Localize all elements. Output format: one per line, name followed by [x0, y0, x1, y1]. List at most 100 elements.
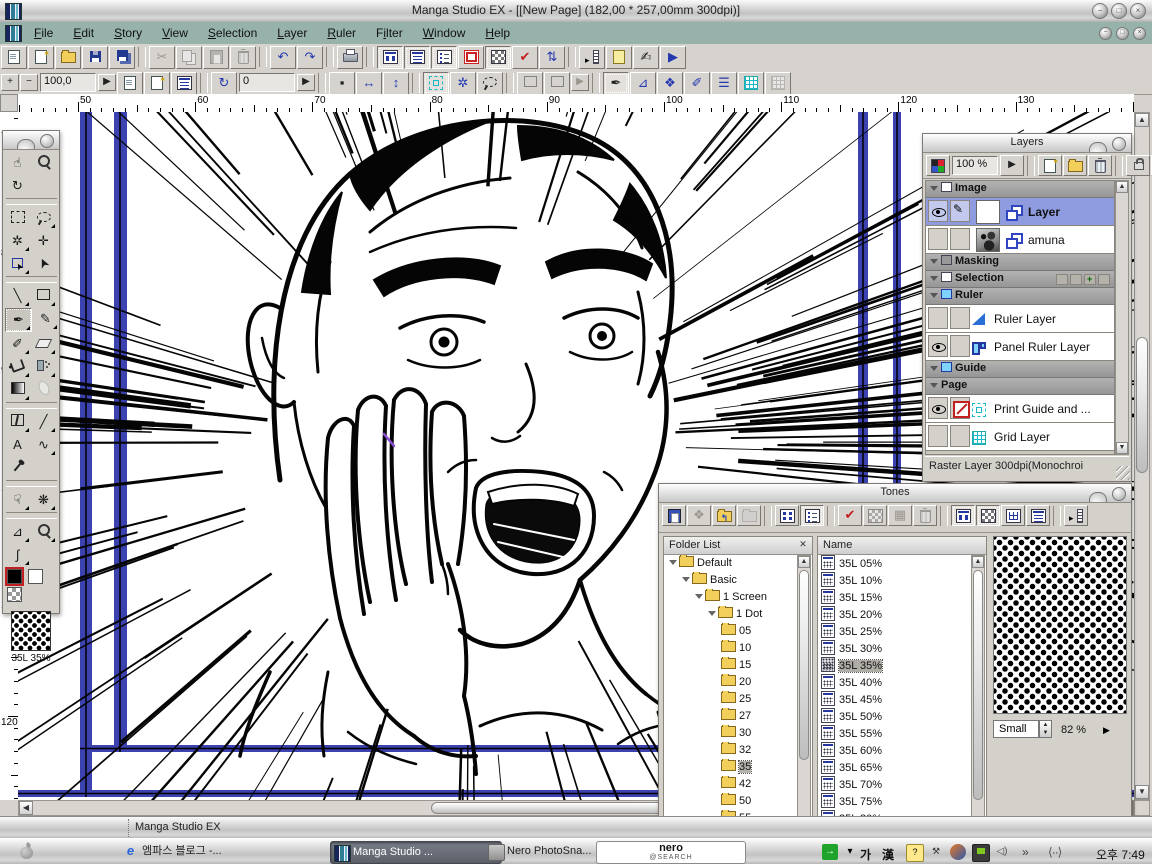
layer-section-ruler[interactable]: Ruler [926, 288, 1114, 305]
folder-tree-item-basic[interactable]: Basic [665, 572, 798, 589]
tone-item-35l-25-[interactable]: 35L 25% [819, 623, 972, 640]
maximize-button[interactable]: □ [1111, 3, 1127, 19]
tone-size-spinner[interactable]: ▲▼ [1039, 720, 1052, 738]
reset-view-button[interactable]: ▪ [329, 72, 355, 95]
new-layer-folder-button[interactable] [1063, 155, 1087, 176]
line-join-tool[interactable]: ∿ [31, 434, 56, 456]
tone-item-35l-30-[interactable]: 35L 30% [819, 640, 972, 657]
copy-button[interactable] [176, 46, 202, 69]
layer-edit-cell[interactable] [950, 228, 970, 250]
selection-float-button[interactable] [423, 72, 449, 95]
menu-filter[interactable]: Filter [366, 22, 413, 40]
delete-tone-button[interactable] [913, 505, 937, 526]
tools-palette-titlebar[interactable] [3, 131, 59, 150]
print-size-button[interactable] [171, 72, 197, 95]
ruler-pen-tool[interactable]: ⊿ [5, 521, 30, 543]
tone-item-35l-70-[interactable]: 35L 70% [819, 776, 972, 793]
tone-item-35l-35-[interactable]: 35L 35% [819, 657, 972, 674]
paste-as-grid-button[interactable] [1001, 505, 1025, 526]
tray-app-icon[interactable] [950, 844, 966, 860]
current-tone-swatch[interactable] [11, 611, 51, 651]
magic-wand-tool[interactable]: ✲ [5, 230, 30, 252]
tones-palette-titlebar[interactable]: Tones [659, 484, 1131, 503]
pan-tool[interactable]: ☝ [5, 152, 30, 174]
folder-tree-item-1-dot[interactable]: 1 Dot [665, 606, 798, 623]
scroll-down-button[interactable]: ▼ [1135, 785, 1149, 799]
layer-section-image[interactable]: Image [926, 181, 1114, 198]
menu-ruler[interactable]: Ruler [317, 22, 366, 40]
rotate-view-button[interactable]: ↻ [211, 72, 237, 95]
story-editor-button[interactable]: ✍ [633, 46, 659, 69]
tree-expander-icon[interactable] [669, 560, 677, 565]
apply-tone-button[interactable]: ❖ [687, 505, 711, 526]
layer-color-mode-button[interactable] [926, 155, 950, 176]
layers-scrollbar[interactable]: ▲ ▼ [1115, 180, 1129, 455]
undo-button[interactable]: ↶ [270, 46, 296, 69]
prev-page-button[interactable] [517, 72, 543, 95]
line-tool[interactable]: ╲ [5, 285, 30, 307]
menu-window[interactable]: Window [413, 22, 476, 40]
check-tone-button[interactable]: ✔ [838, 505, 862, 526]
fit-page-button[interactable] [117, 72, 143, 95]
perspective-ruler-button[interactable]: ❖ [657, 72, 683, 95]
ime-korean-indicator[interactable]: 가 [860, 846, 871, 864]
list-view-button[interactable] [800, 505, 824, 526]
tone-pattern-tool[interactable] [31, 379, 56, 401]
text-tool[interactable]: A [5, 434, 30, 456]
tray-volume-icon[interactable]: ◁) [994, 844, 1010, 860]
menu-edit[interactable]: Edit [63, 22, 104, 40]
taskbar-task-2[interactable]: Manga Studio ... [330, 841, 502, 864]
minimize-button[interactable]: − [1092, 3, 1108, 19]
rectangle-tool[interactable] [31, 285, 56, 307]
section-collapse-icon[interactable] [930, 366, 938, 371]
next-page-button[interactable] [544, 72, 570, 95]
folder-tree-item-default[interactable]: Default [665, 555, 798, 572]
folder-tree-scrollbar[interactable]: ▲ [797, 555, 811, 837]
redo-button[interactable]: ↷ [297, 46, 323, 69]
toggle-history-button[interactable]: ⇅ [539, 46, 565, 69]
actual-size-button[interactable] [144, 72, 170, 95]
save-all-button[interactable] [109, 46, 135, 69]
layers-palette-titlebar[interactable]: Layers [923, 134, 1131, 153]
ruler-pen-button[interactable]: ✒ [603, 72, 629, 95]
close-palette-button[interactable] [40, 134, 54, 148]
smudge-tool[interactable]: ☟ [5, 489, 30, 511]
folder-up-button[interactable] [712, 505, 736, 526]
start-button[interactable] [16, 842, 38, 861]
child-minimize-button[interactable]: − [1099, 27, 1112, 40]
folder-tree-item-30[interactable]: 30 [665, 725, 798, 742]
ruler-select-tool[interactable] [31, 521, 56, 543]
taskbar-task-1[interactable]: e엠파스 블로그 -... [120, 841, 342, 862]
run-story-button[interactable]: ▶ [660, 46, 686, 69]
panel-cutter-tool[interactable]: ╱ [31, 411, 56, 433]
name-column-header[interactable]: Name [823, 539, 852, 551]
folder-tree-item-50[interactable]: 50 [665, 793, 798, 810]
layer-lock-button[interactable] [1126, 155, 1150, 176]
foreground-color-swatch[interactable] [7, 569, 22, 584]
tone-item-35l-65-[interactable]: 35L 65% [819, 759, 972, 776]
selection-quick-button[interactable] [1070, 274, 1082, 285]
horizontal-ruler[interactable]: 5060708090100110120130140 [18, 94, 1134, 113]
fill-tool[interactable] [5, 356, 30, 378]
new-page-button[interactable] [1, 46, 27, 69]
layer-visibility-cell[interactable] [928, 200, 948, 222]
tone-item-35l-10-[interactable]: 35L 10% [819, 572, 972, 589]
section-collapse-icon[interactable] [930, 293, 938, 298]
zoom-in-button[interactable]: + [1, 74, 19, 91]
tone-item-35l-40-[interactable]: 35L 40% [819, 674, 972, 691]
tones-close-button[interactable] [1112, 487, 1126, 501]
section-collapse-icon[interactable] [930, 186, 938, 191]
tone-item-35l-15-[interactable]: 35L 15% [819, 589, 972, 606]
layer-visibility-cell[interactable] [928, 228, 948, 250]
layers-collapse-button[interactable] [1089, 142, 1107, 152]
zoom-value-input[interactable]: 100,0 [40, 73, 96, 92]
print-button[interactable] [337, 46, 363, 69]
menu-file[interactable]: File [24, 22, 63, 40]
lasso-tool[interactable] [31, 207, 56, 229]
tone-item-35l-20-[interactable]: 35L 20% [819, 606, 972, 623]
folder-list-close-icon[interactable]: ✕ [797, 539, 809, 551]
open-button[interactable] [55, 46, 81, 69]
layer-section-masking[interactable]: Masking [926, 254, 1114, 271]
menu-view[interactable]: View [152, 22, 198, 40]
layer-row-amuna[interactable]: amuna [926, 226, 1114, 254]
